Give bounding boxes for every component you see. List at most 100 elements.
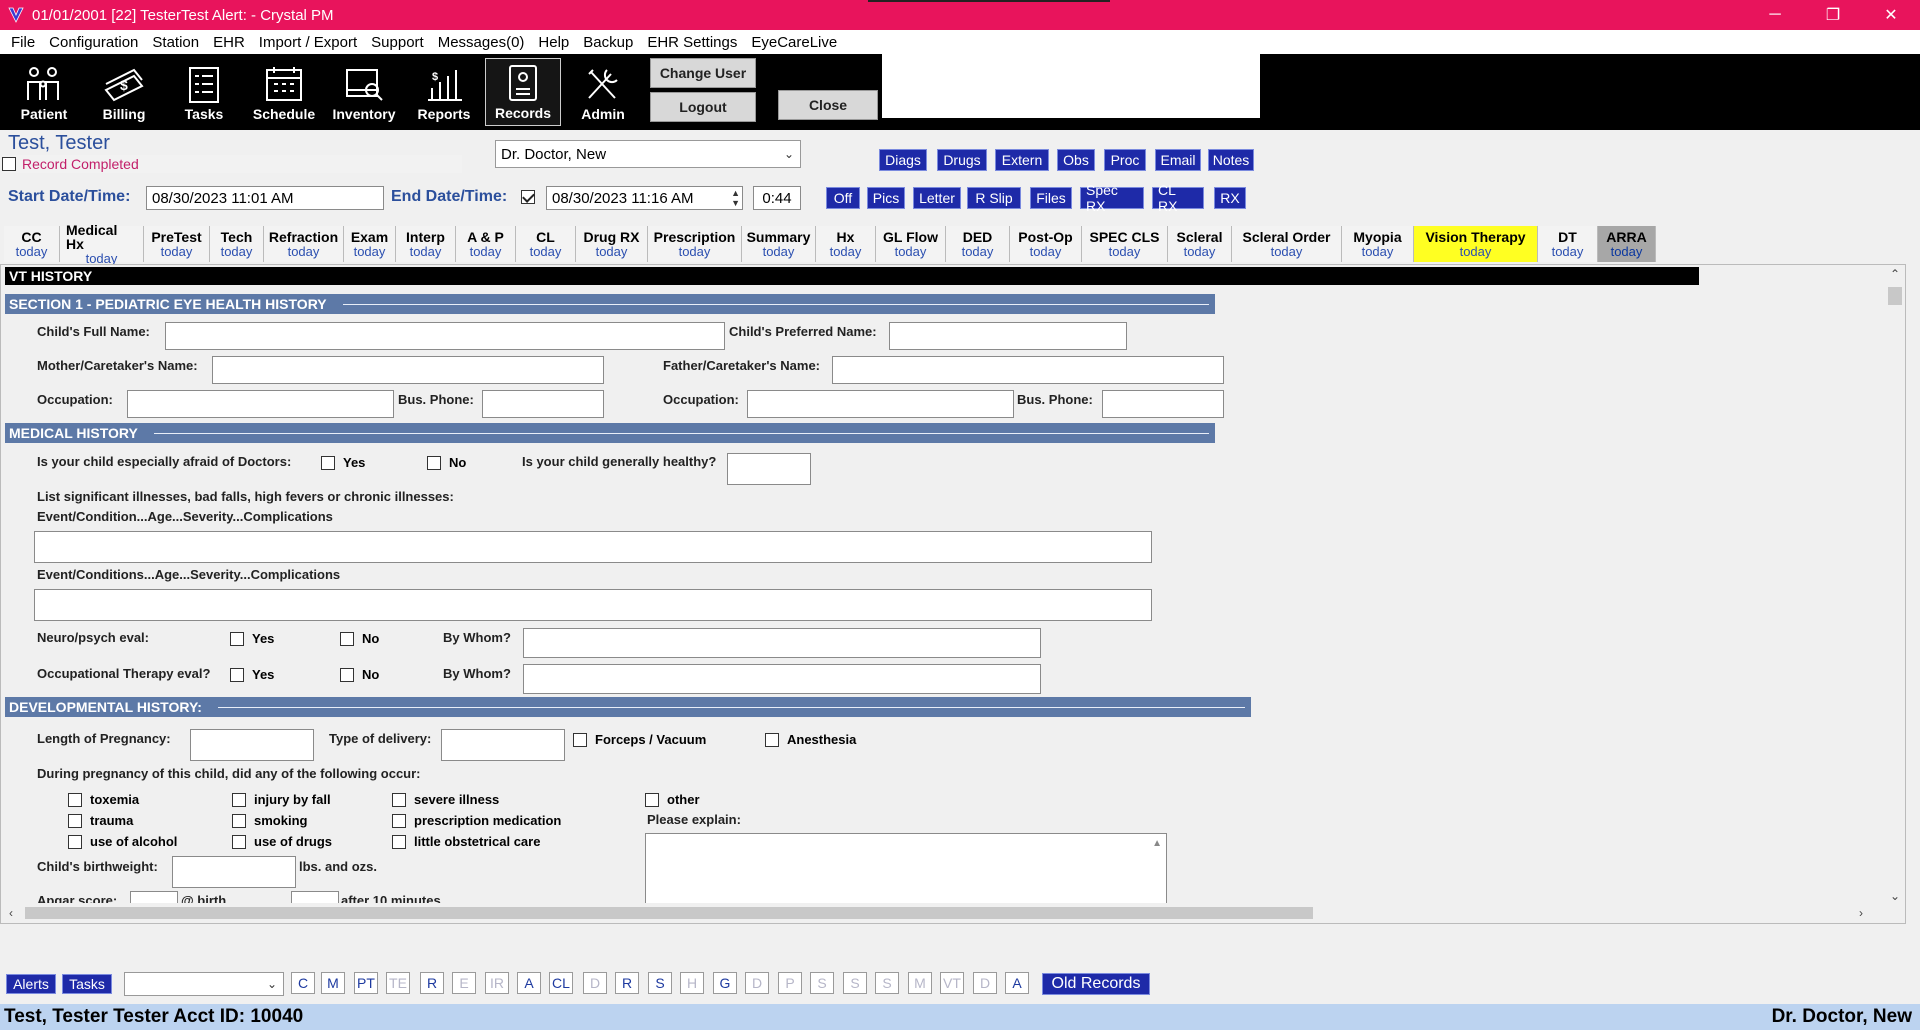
severe-illness-checkbox[interactable] — [392, 792, 406, 807]
tab-spec-cls[interactable]: SPEC CLS today — [1082, 226, 1168, 262]
inventory-button[interactable]: Inventory — [326, 58, 402, 126]
admin-button[interactable]: Admin — [565, 58, 641, 126]
obs-button[interactable]: Obs — [1057, 149, 1095, 171]
textarea-scroll-up-icon[interactable]: ▲ — [1152, 838, 1162, 849]
tab-scleral[interactable]: Scleral today — [1168, 226, 1232, 262]
other-checkbox[interactable] — [645, 792, 659, 807]
old-records-button[interactable]: Old Records — [1042, 973, 1150, 995]
drugs-button[interactable]: Drugs — [937, 149, 987, 171]
email-button[interactable]: Email — [1155, 149, 1201, 171]
extern-button[interactable]: Extern — [995, 149, 1049, 171]
horizontal-scroll-thumb[interactable] — [25, 907, 1313, 919]
ot-no-option[interactable]: No — [340, 667, 379, 682]
ot-by-whom-input[interactable] — [523, 664, 1041, 694]
letter-button[interactable]: Letter — [913, 187, 961, 209]
father-name-input[interactable] — [832, 356, 1224, 384]
close-window-button[interactable]: ✕ — [1862, 0, 1920, 30]
letter-btn-s[interactable]: S — [648, 972, 672, 994]
menu-file[interactable]: File — [4, 34, 42, 51]
pics-button[interactable]: Pics — [867, 187, 905, 209]
scroll-down-icon[interactable]: ⌄ — [1885, 887, 1905, 905]
patient-button[interactable]: Patient — [6, 58, 82, 126]
close-button[interactable]: Close — [778, 90, 878, 120]
tab-medical-hx[interactable]: Medical Hx today — [60, 223, 144, 266]
anesthesia-option[interactable]: Anesthesia — [765, 732, 856, 747]
letter-btn-vt[interactable]: VT — [940, 972, 964, 994]
menu-messages[interactable]: Messages(0) — [431, 34, 532, 51]
use-of-alcohol-option[interactable]: use of alcohol — [68, 834, 177, 849]
toxemia-option[interactable]: toxemia — [68, 792, 139, 807]
change-user-button[interactable]: Change User — [650, 58, 756, 88]
neuro-yes-option[interactable]: Yes — [230, 631, 274, 646]
notes-button[interactable]: Notes — [1208, 149, 1254, 171]
prescription-medication-option[interactable]: prescription medication — [392, 813, 561, 828]
mother-name-input[interactable] — [212, 356, 604, 384]
menu-ehr[interactable]: EHR — [206, 34, 252, 51]
bottom-select[interactable]: ⌄ — [124, 972, 284, 996]
afraid-no-checkbox[interactable] — [427, 455, 441, 470]
injury-by-fall-option[interactable]: injury by fall — [232, 792, 331, 807]
afraid-yes-checkbox[interactable] — [321, 455, 335, 470]
letter-btn-d3[interactable]: D — [973, 972, 997, 994]
off-button[interactable]: Off — [826, 187, 860, 209]
use-of-drugs-option[interactable]: use of drugs — [232, 834, 332, 849]
tab-dt[interactable]: DT today — [1538, 226, 1598, 262]
menu-import-export[interactable]: Import / Export — [252, 34, 364, 51]
tab-exam[interactable]: Exam today — [344, 226, 396, 262]
letter-btn-a[interactable]: A — [517, 972, 541, 994]
letter-btn-d2[interactable]: D — [745, 972, 769, 994]
use-of-alcohol-checkbox[interactable] — [68, 834, 82, 849]
letter-btn-c[interactable]: C — [291, 972, 315, 994]
files-button[interactable]: Files — [1030, 187, 1072, 209]
afraid-no-option[interactable]: No — [427, 455, 466, 470]
record-completed-checkbox[interactable] — [2, 157, 16, 171]
ot-no-checkbox[interactable] — [340, 667, 354, 682]
r-slip-button[interactable]: R Slip — [967, 187, 1021, 209]
letter-btn-p[interactable]: P — [778, 972, 802, 994]
letter-btn-te[interactable]: TE — [386, 972, 410, 994]
mother-occupation-input[interactable] — [127, 390, 394, 418]
tab-drug-rx[interactable]: Drug RX today — [576, 226, 648, 262]
letter-btn-s3[interactable]: S — [843, 972, 867, 994]
tab-scleral-order[interactable]: Scleral Order today — [1232, 226, 1342, 262]
spinner-icon[interactable]: ▲ ▼ — [731, 188, 740, 208]
menu-eyecarelive[interactable]: EyeCareLive — [744, 34, 844, 51]
little-obstetrical-care-option[interactable]: little obstetrical care — [392, 834, 540, 849]
letter-btn-m2[interactable]: M — [908, 972, 932, 994]
letter-btn-m[interactable]: M — [321, 972, 345, 994]
menu-support[interactable]: Support — [364, 34, 431, 51]
event-condition-2-input[interactable] — [34, 589, 1152, 621]
letter-btn-r[interactable]: R — [420, 972, 444, 994]
tab-refraction[interactable]: Refraction today — [264, 226, 344, 262]
length-pregnancy-input[interactable] — [190, 729, 314, 761]
trauma-option[interactable]: trauma — [68, 813, 133, 828]
injury-by-fall-checkbox[interactable] — [232, 792, 246, 807]
tab-vision-therapy[interactable]: Vision Therapy today — [1414, 226, 1538, 262]
scroll-right-icon[interactable]: › — [1851, 903, 1871, 923]
tab-cl[interactable]: CL today — [516, 226, 576, 262]
letter-btn-d[interactable]: D — [583, 972, 607, 994]
tasks-button[interactable]: Tasks — [166, 58, 242, 126]
neuro-yes-checkbox[interactable] — [230, 631, 244, 646]
tab-summary[interactable]: Summary today — [742, 226, 816, 262]
menu-station[interactable]: Station — [145, 34, 206, 51]
ot-yes-checkbox[interactable] — [230, 667, 244, 682]
tab-prescription[interactable]: Prescription today — [648, 226, 742, 262]
neuro-no-option[interactable]: No — [340, 631, 379, 646]
toxemia-checkbox[interactable] — [68, 792, 82, 807]
minimize-button[interactable]: ─ — [1746, 0, 1804, 30]
letter-btn-s4[interactable]: S — [875, 972, 899, 994]
tab-ded[interactable]: DED today — [946, 226, 1010, 262]
menu-ehr-settings[interactable]: EHR Settings — [640, 34, 744, 51]
smoking-option[interactable]: smoking — [232, 813, 307, 828]
mother-bus-phone-input[interactable] — [482, 390, 604, 418]
smoking-checkbox[interactable] — [232, 813, 246, 828]
father-occupation-input[interactable] — [747, 390, 1014, 418]
letter-btn-a2[interactable]: A — [1005, 972, 1029, 994]
use-of-drugs-checkbox[interactable] — [232, 834, 246, 849]
billing-button[interactable]: $ Billing — [86, 58, 162, 126]
letter-btn-s2[interactable]: S — [810, 972, 834, 994]
neuro-no-checkbox[interactable] — [340, 631, 354, 646]
tab-a-and-p[interactable]: A & Ptoday — [456, 226, 516, 262]
other-option[interactable]: other — [645, 792, 700, 807]
